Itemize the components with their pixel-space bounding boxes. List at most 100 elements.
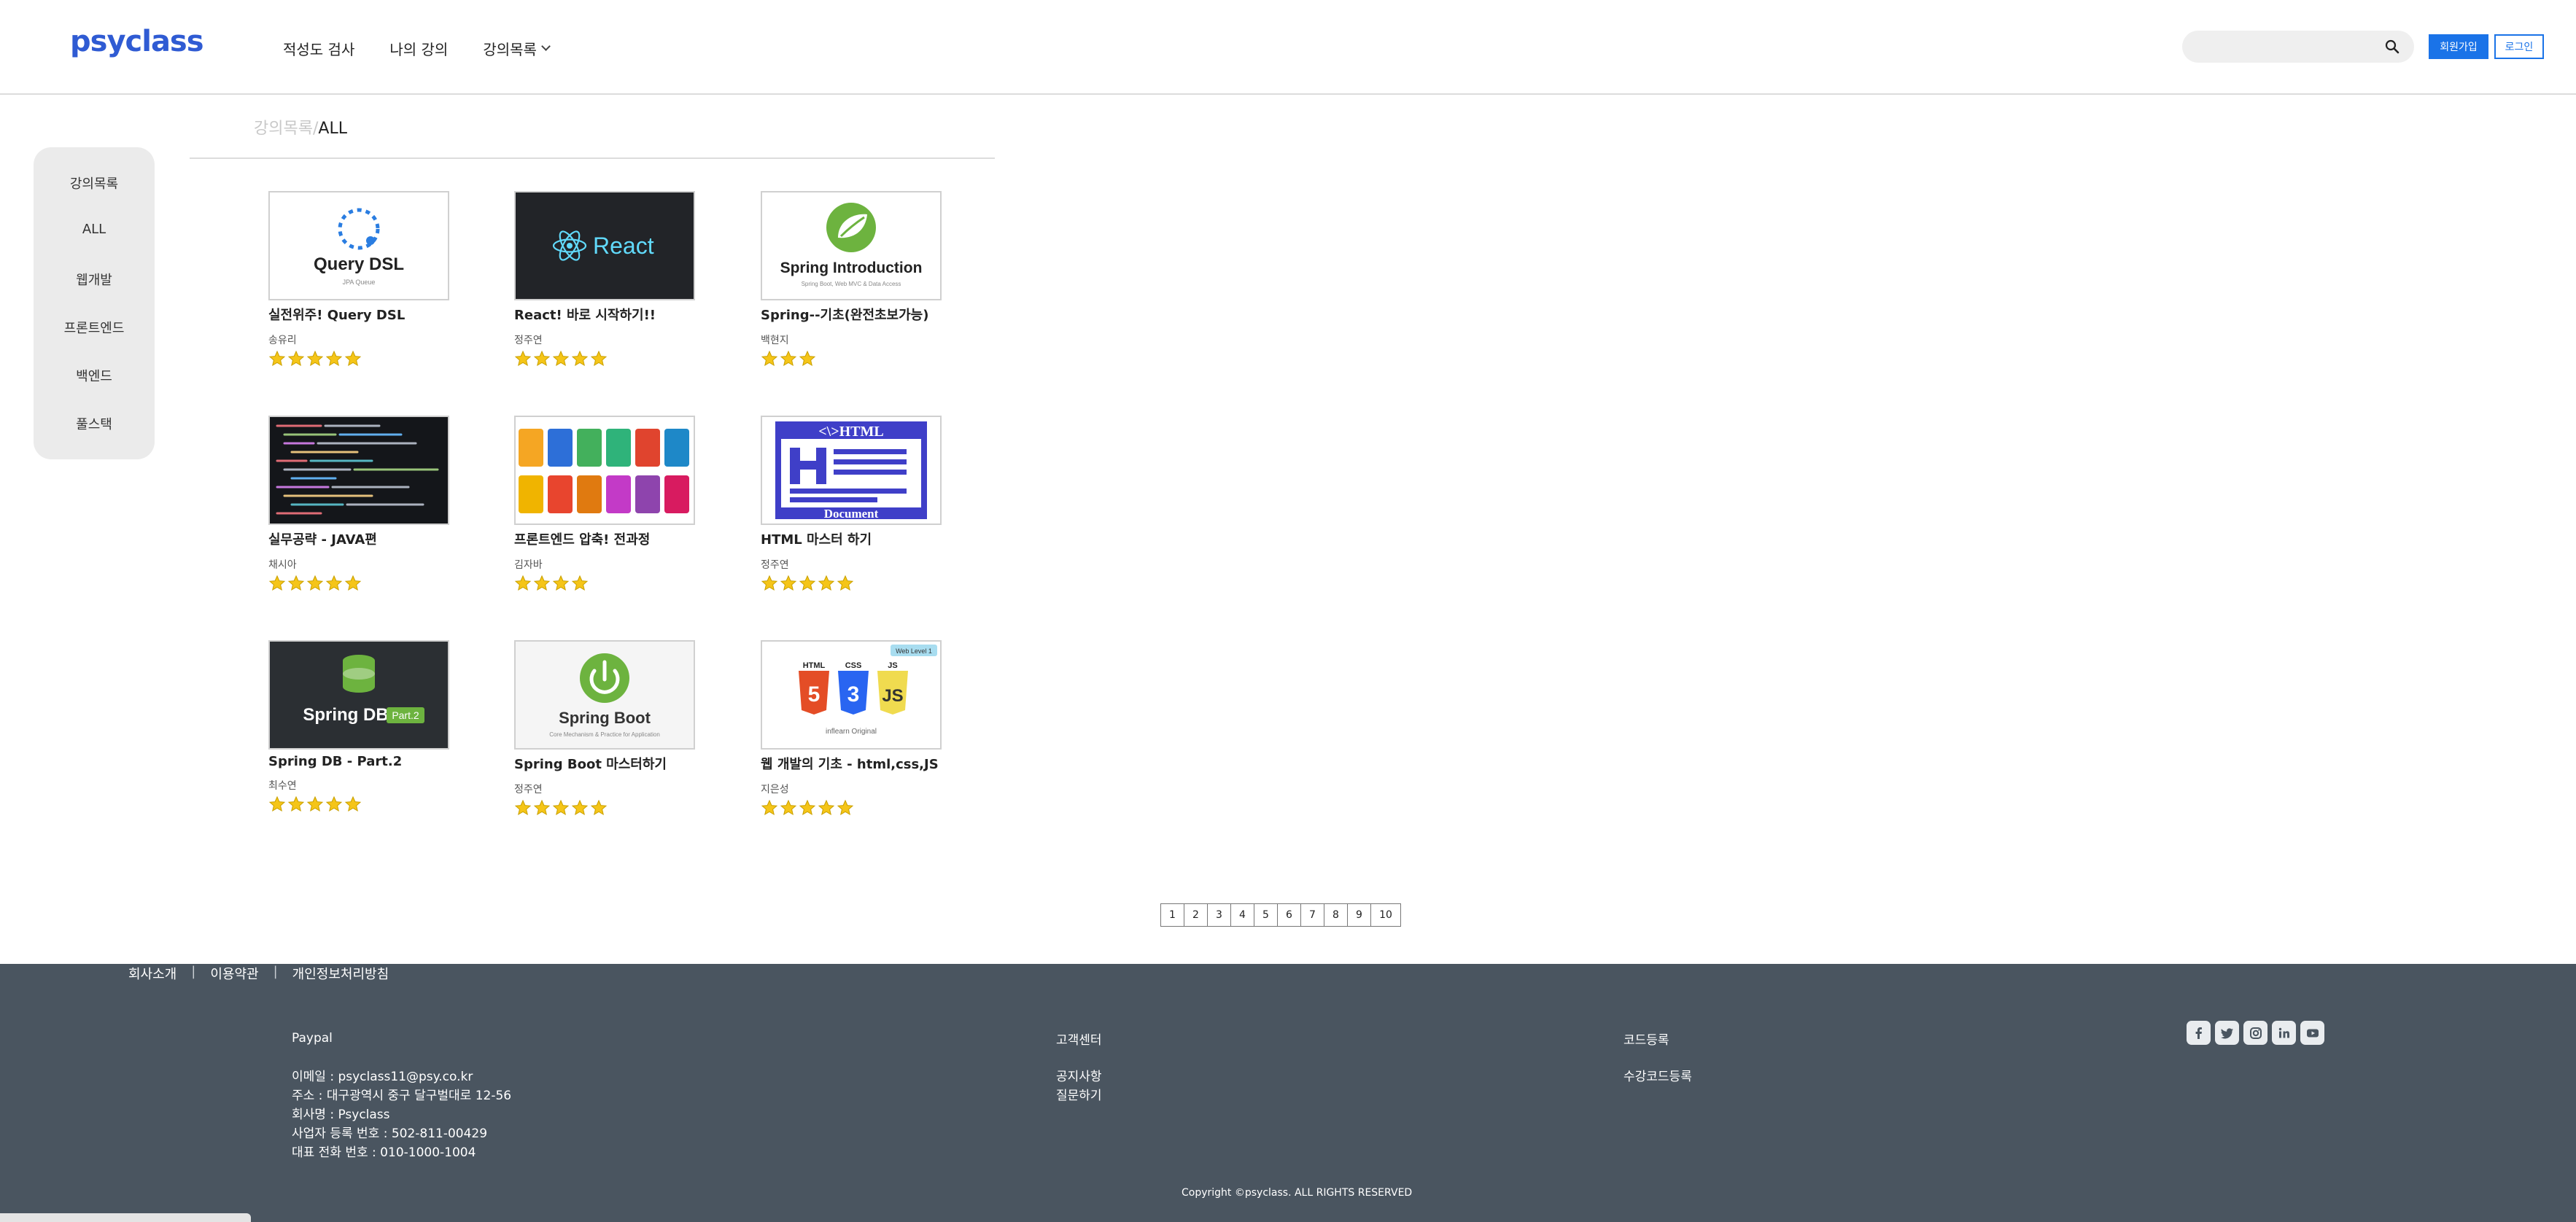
sidebar-item-backend[interactable]: 백엔드 [34, 366, 155, 385]
power-icon [580, 653, 629, 703]
course-card[interactable]: Spring DB Part.2 Spring DB - Part.2 최수연 [268, 640, 449, 813]
logo[interactable]: psyclass [70, 25, 204, 58]
search-input[interactable] [2195, 36, 2370, 57]
course-thumbnail [268, 416, 449, 525]
facebook-icon[interactable] [2187, 1021, 2211, 1045]
svg-text:Spring Boot: Spring Boot [559, 709, 651, 727]
page-button[interactable]: 8 [1324, 903, 1348, 927]
course-rating [514, 350, 695, 367]
youtube-icon[interactable] [2300, 1021, 2324, 1045]
course-card[interactable]: Spring Boot Core Mechanism & Practice fo… [514, 640, 695, 817]
course-author: 지은성 [761, 784, 789, 795]
svg-text:Query DSL: Query DSL [314, 254, 404, 274]
horizontal-scrollbar[interactable] [0, 1213, 251, 1222]
breadcrumb: 강의목록/ALL [254, 115, 347, 139]
linkedin-icon[interactable] [2272, 1021, 2296, 1045]
star-icon [514, 799, 532, 816]
sidebar-item-fullstack[interactable]: 풀스택 [34, 414, 155, 433]
star-icon [571, 799, 589, 816]
course-rating [761, 575, 942, 592]
course-thumbnail: Web Level 1 5 3 JS HTML CSS JS inflearn … [761, 640, 942, 750]
footer-link-about[interactable]: 회사소개 [128, 964, 176, 983]
course-card[interactable]: Web Level 1 5 3 JS HTML CSS JS inflearn … [761, 640, 942, 817]
breadcrumb-current: ALL [318, 120, 347, 138]
star-icon [306, 575, 324, 591]
login-button[interactable]: 로그인 [2494, 34, 2544, 59]
star-icon [590, 799, 608, 816]
footer-link-privacy[interactable]: 개인정보처리방침 [292, 964, 389, 983]
nav-my-courses[interactable]: 나의 강의 [389, 38, 448, 59]
star-icon [571, 575, 589, 591]
database-icon [343, 655, 375, 693]
search-icon[interactable] [2385, 39, 2400, 54]
category-sidebar: 강의목록 ALL 웹개발 프론트엔드 백엔드 풀스택 [34, 147, 155, 459]
breadcrumb-root[interactable]: 강의목록 [254, 120, 313, 138]
footer-separator: | [191, 964, 196, 979]
page-button[interactable]: 7 [1300, 903, 1324, 927]
svg-text:HTML: HTML [803, 661, 826, 670]
footer-link-notice[interactable]: 공지사항 [1056, 1066, 1102, 1084]
twitter-icon[interactable] [2215, 1021, 2239, 1045]
star-icon [287, 795, 305, 812]
course-rating [761, 799, 942, 817]
page-button[interactable]: 9 [1347, 903, 1371, 927]
star-icon [799, 799, 816, 816]
sidebar-item-course-list[interactable]: 강의목록 [34, 174, 155, 192]
sidebar-item-all[interactable]: ALL [34, 222, 155, 237]
signup-button[interactable]: 회원가입 [2429, 34, 2488, 59]
star-icon [761, 575, 778, 591]
sidebar-item-frontend[interactable]: 프론트엔드 [34, 318, 155, 337]
course-title: React! 바로 시작하기!! [514, 308, 656, 323]
star-icon [780, 799, 797, 816]
star-icon [780, 575, 797, 591]
star-icon [552, 350, 570, 367]
company-address: 주소 : 대구광역시 중구 달구벌대로 12-56 [292, 1089, 512, 1103]
star-icon [325, 350, 343, 367]
star-icon [761, 350, 778, 367]
course-rating [761, 350, 942, 367]
star-icon [533, 575, 551, 591]
course-thumbnail: Spring DB Part.2 [268, 640, 449, 750]
course-card[interactable]: Spring Introduction Spring Boot, Web MVC… [761, 191, 942, 367]
star-icon [799, 350, 816, 367]
course-card[interactable]: 프론트엔드 압축! 전과정 김자바 [514, 416, 695, 592]
business-number: 사업자 등록 번호 : 502-811-00429 [292, 1126, 488, 1141]
page-button[interactable]: 10 [1370, 903, 1401, 927]
footer-link-terms[interactable]: 이용약관 [210, 964, 258, 983]
page-button[interactable]: 4 [1230, 903, 1254, 927]
course-rating [268, 795, 449, 813]
page-button[interactable]: 1 [1160, 903, 1184, 927]
instagram-icon[interactable] [2243, 1021, 2267, 1045]
star-icon [268, 575, 286, 591]
star-icon [344, 795, 362, 812]
nav-label: 적성도 검사 [283, 41, 355, 58]
course-thumbnail: Spring Boot Core Mechanism & Practice fo… [514, 640, 695, 750]
nav-aptitude-test[interactable]: 적성도 검사 [283, 38, 354, 59]
course-card[interactable]: React React! 바로 시작하기!! 정주연 [514, 191, 695, 367]
star-icon [818, 799, 835, 816]
svg-text:Part.2: Part.2 [392, 709, 419, 721]
footer-link-question[interactable]: 질문하기 [1056, 1085, 1102, 1103]
search-box [2182, 31, 2414, 63]
course-card[interactable]: Query DSL JPA Queue 실전위주! Query DSL 송유리 [268, 191, 449, 367]
star-icon [287, 350, 305, 367]
star-icon [533, 350, 551, 367]
star-icon [344, 575, 362, 591]
course-rating [268, 575, 449, 592]
sidebar-item-web-dev[interactable]: 웹개발 [34, 270, 155, 289]
page-button[interactable]: 3 [1207, 903, 1231, 927]
spring-leaf-icon [826, 203, 876, 252]
course-title: 프론트엔드 압축! 전과정 [514, 532, 651, 548]
course-author: 채시아 [268, 559, 297, 571]
nav-course-list[interactable]: 강의목록 [483, 38, 551, 59]
course-title: Spring DB - Part.2 [268, 754, 403, 769]
course-card[interactable]: 실무공략 - JAVA편 채시아 [268, 416, 449, 592]
svg-text:Spring Introduction: Spring Introduction [780, 260, 923, 276]
page-button[interactable]: 6 [1277, 903, 1301, 927]
page-button[interactable]: 2 [1184, 903, 1208, 927]
footer-link-course-code[interactable]: 수강코드등록 [1623, 1066, 1692, 1084]
course-card[interactable]: <\>HTML Document HTML 마스터 하기 정주연 [761, 416, 942, 592]
course-thumbnail [514, 416, 695, 525]
page-button[interactable]: 5 [1254, 903, 1278, 927]
course-author: 정주연 [514, 335, 543, 346]
